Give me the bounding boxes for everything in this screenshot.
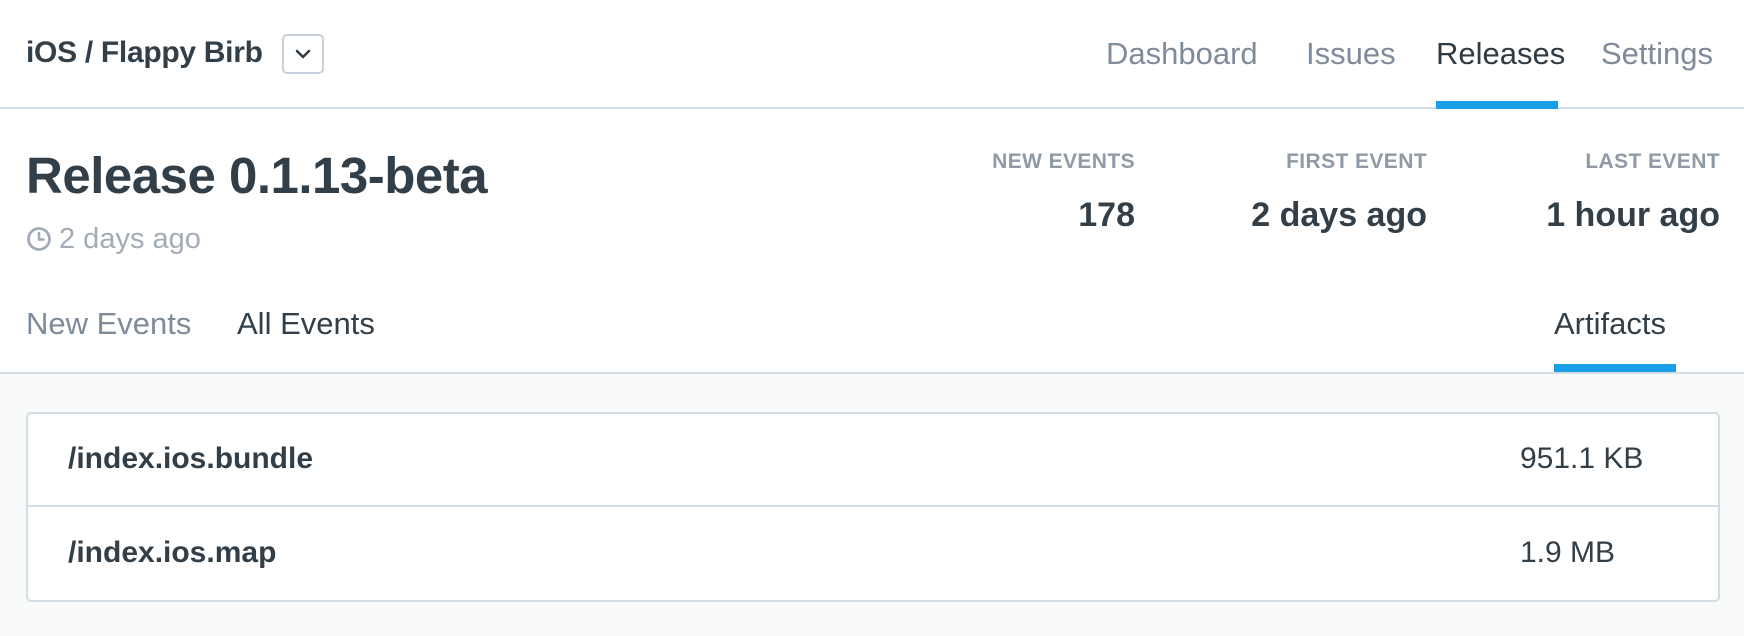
chevron-down-icon (295, 49, 311, 59)
stat-last-event-label: LAST EVENT (1585, 150, 1720, 173)
stat-last-event-value: 1 hour ago (1546, 196, 1720, 234)
nav-dashboard[interactable]: Dashboard (1106, 36, 1258, 72)
stat-first-event-label: FIRST EVENT (1286, 150, 1427, 173)
release-age-text: 2 days ago (59, 222, 201, 255)
stat-first-event-value: 2 days ago (1251, 196, 1427, 234)
artifact-name[interactable]: /index.ios.bundle (68, 442, 313, 476)
top-header: iOS / Flappy Birb Dashboard Issues Relea… (0, 0, 1744, 109)
release-age: 2 days ago (26, 222, 201, 256)
table-row[interactable]: /index.ios.map 1.9 MB (28, 508, 1718, 600)
nav-issues[interactable]: Issues (1306, 36, 1396, 72)
release-tabs: New Events All Events Artifacts (0, 296, 1744, 374)
tab-all-events[interactable]: All Events (237, 306, 375, 342)
tab-active-indicator (1554, 364, 1676, 372)
stat-new-events-label: NEW EVENTS (992, 150, 1135, 173)
artifact-size: 951.1 KB (1520, 442, 1644, 475)
project-dropdown-button[interactable] (282, 34, 324, 74)
tab-artifacts[interactable]: Artifacts (1554, 306, 1666, 342)
artifacts-panel: /index.ios.bundle 951.1 KB /index.ios.ma… (0, 374, 1744, 636)
artifacts-table: /index.ios.bundle 951.1 KB /index.ios.ma… (26, 412, 1720, 602)
artifact-name[interactable]: /index.ios.map (68, 536, 276, 570)
release-title: Release 0.1.13-beta (26, 147, 488, 204)
nav-releases[interactable]: Releases (1436, 36, 1565, 72)
artifact-size: 1.9 MB (1520, 536, 1616, 569)
nav-settings[interactable]: Settings (1601, 36, 1713, 72)
clock-icon (27, 227, 51, 251)
stat-new-events-value: 178 (1078, 196, 1135, 234)
tab-new-events[interactable]: New Events (26, 306, 191, 342)
nav-active-indicator (1436, 101, 1558, 109)
project-name[interactable]: iOS / Flappy Birb (26, 36, 263, 70)
table-row[interactable]: /index.ios.bundle 951.1 KB (28, 414, 1718, 507)
